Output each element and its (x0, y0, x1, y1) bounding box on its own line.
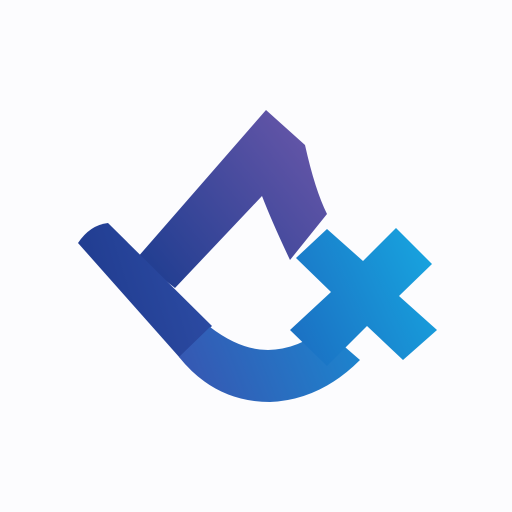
logo-cross-stroke (290, 228, 437, 366)
logo-upper-stroke (137, 110, 327, 288)
logo-mark-icon (78, 110, 437, 402)
logo-canvas (0, 0, 512, 512)
